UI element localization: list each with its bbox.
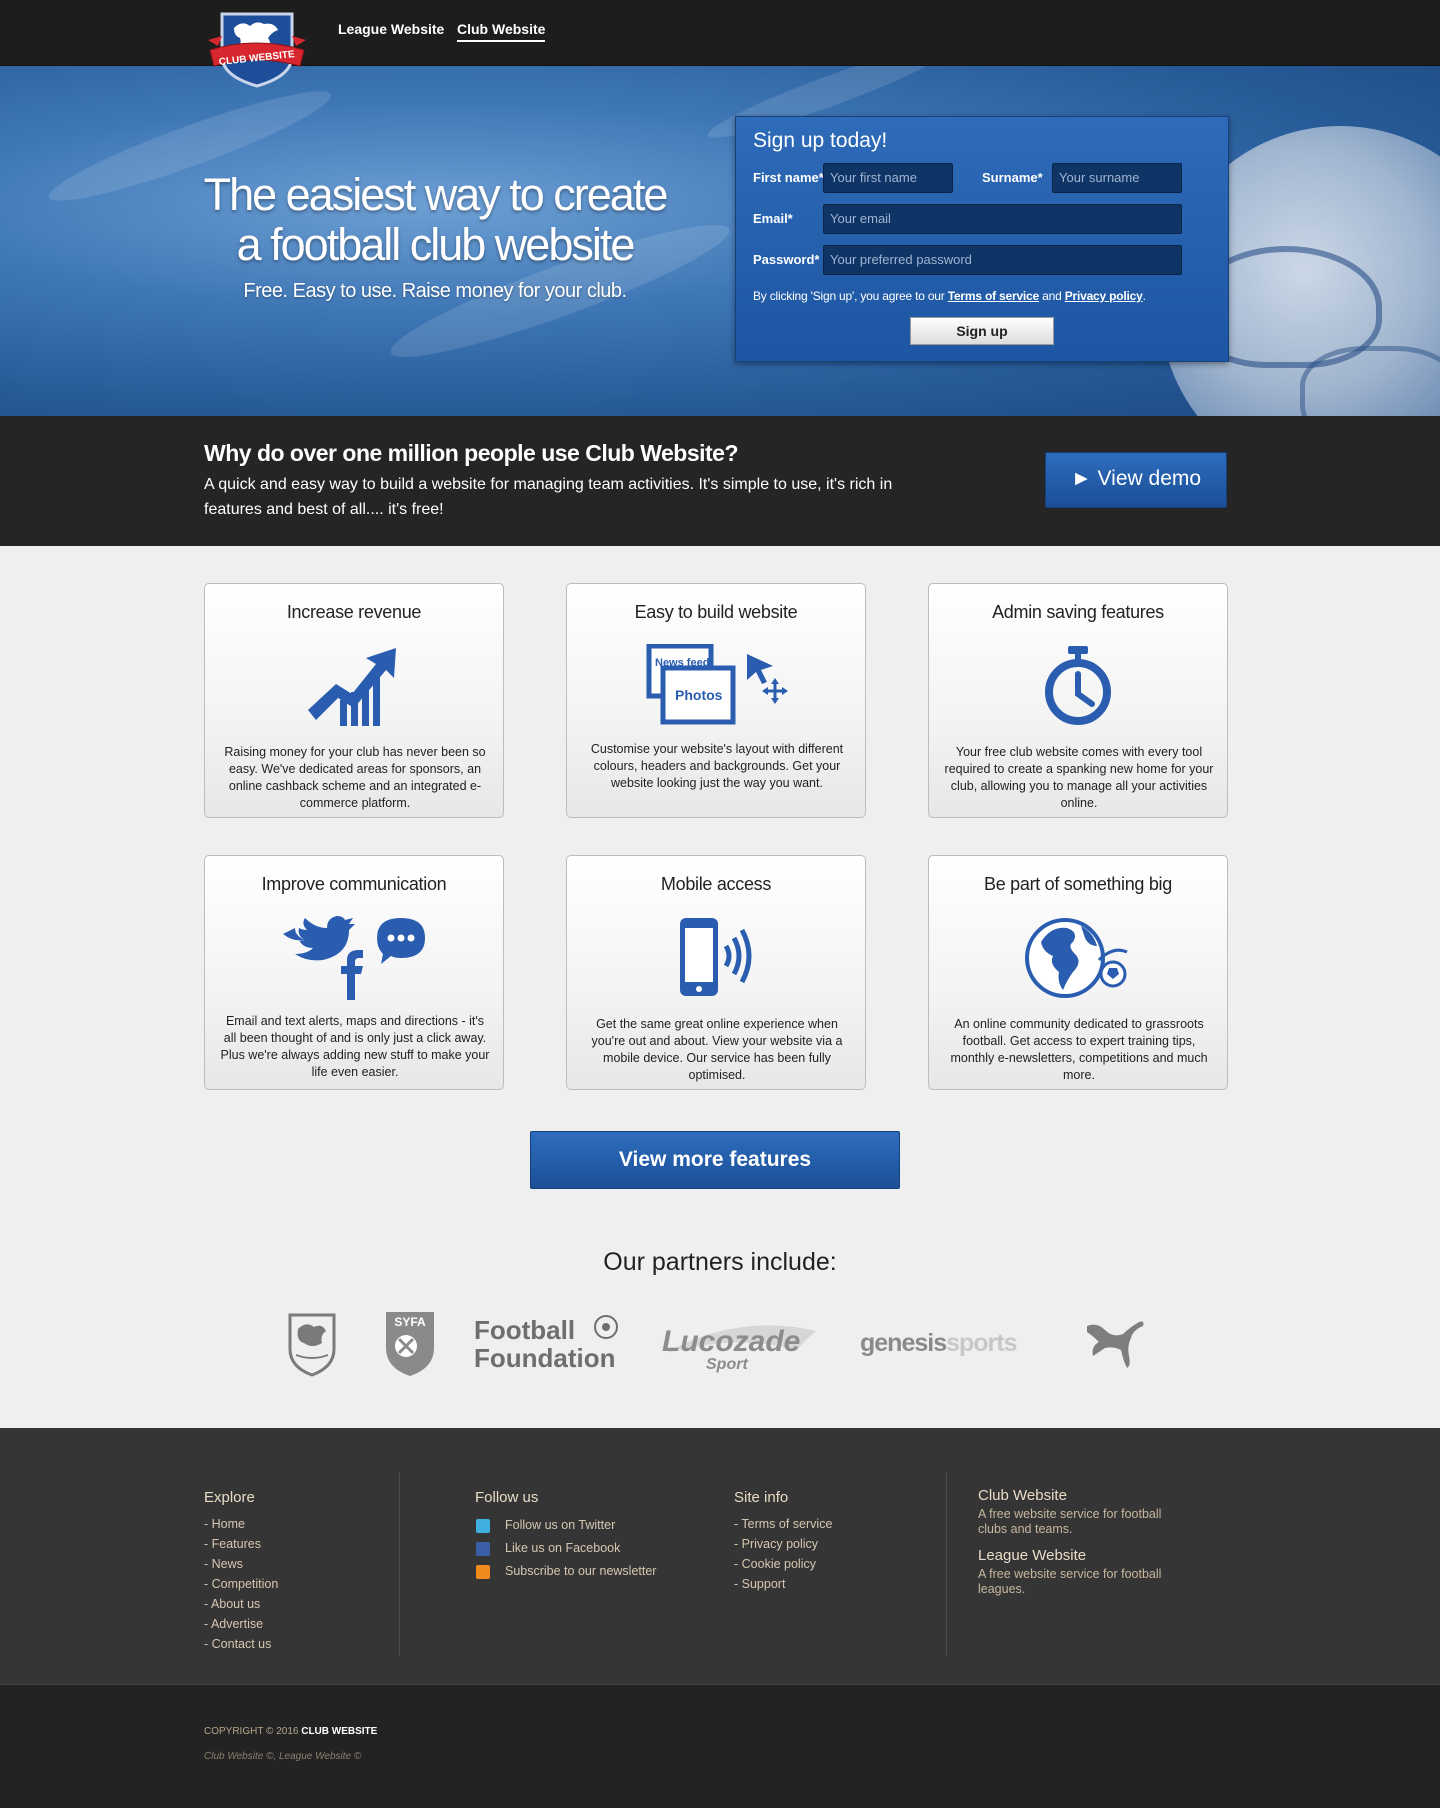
footer-link-about-us[interactable]: - About us bbox=[204, 1597, 260, 1611]
first-name-label: First name* bbox=[753, 170, 824, 185]
feature-card-improve-communication: Improve communication Email and text ale… bbox=[204, 855, 504, 1090]
feature-text: Raising money for your club has never be… bbox=[224, 745, 486, 810]
svg-text:Foundation: Foundation bbox=[474, 1343, 616, 1373]
footer-link-features[interactable]: - Features bbox=[204, 1537, 261, 1551]
partner-logo-syfa[interactable]: SYFA bbox=[380, 1308, 440, 1378]
feature-text: Email and text alerts, maps and directio… bbox=[220, 1014, 490, 1079]
partner-logo-football-foundation[interactable]: Football Foundation bbox=[472, 1308, 622, 1378]
footer-link-cookie[interactable]: - Cookie policy bbox=[734, 1557, 816, 1571]
partners-title: Our partners include: bbox=[603, 1248, 837, 1276]
globe-ball-icon bbox=[929, 916, 1227, 1000]
why-title: Why do over one million people use Club … bbox=[204, 440, 739, 466]
feature-card-increase-revenue: Increase revenue Raising money for your … bbox=[204, 583, 504, 818]
trademark-text: Club Website ©, League Website © bbox=[204, 1751, 362, 1762]
footer-link-support[interactable]: - Support bbox=[734, 1577, 785, 1591]
feature-text: Your free club website comes with every … bbox=[944, 745, 1214, 810]
feature-title: Increase revenue bbox=[286, 602, 422, 622]
why-section: Why do over one million people use Club … bbox=[0, 416, 1440, 546]
feature-text: An online community dedicated to grassro… bbox=[950, 1017, 1208, 1082]
footer-link-news[interactable]: - News bbox=[204, 1557, 243, 1571]
svg-text:genesissports: genesissports bbox=[860, 1329, 1017, 1357]
partner-logo-fa-wales[interactable] bbox=[280, 1308, 344, 1378]
partner-logo-lucozade-sport[interactable]: Lucozade Sport bbox=[656, 1308, 822, 1378]
feature-text: Customise your website's layout with dif… bbox=[590, 742, 844, 790]
nav-link-club-website[interactable]: Club Website bbox=[457, 21, 546, 42]
nav-link-league-website[interactable]: League Website bbox=[338, 21, 444, 37]
footer-club-website-text: A free website service for football club… bbox=[978, 1507, 1162, 1536]
copyright-bar: COPYRIGHT © 2016 CLUB WEBSITE Club Websi… bbox=[0, 1684, 1440, 1808]
footer-link-twitter[interactable]: Follow us on Twitter bbox=[505, 1518, 615, 1532]
signup-agreement: By clicking 'Sign up', you agree to our … bbox=[753, 289, 1146, 303]
facebook-icon bbox=[341, 950, 363, 1000]
feature-title: Admin saving features bbox=[992, 602, 1164, 622]
footer-explore-title: Explore bbox=[204, 1489, 255, 1506]
signup-title: Sign up today! bbox=[753, 129, 888, 152]
signup-button[interactable]: Sign up bbox=[910, 317, 1054, 345]
footer-link-home[interactable]: - Home bbox=[204, 1517, 245, 1531]
password-field[interactable]: Your preferred password bbox=[823, 245, 1182, 275]
chart-growth-icon bbox=[205, 644, 503, 728]
feature-card-easy-to-build: Easy to build website News feed Photos C… bbox=[566, 583, 866, 818]
copyright-text: COPYRIGHT © 2016 CLUB WEBSITE bbox=[204, 1726, 378, 1737]
footer-link-contact-us[interactable]: - Contact us bbox=[204, 1637, 271, 1651]
feature-title: Mobile access bbox=[660, 874, 772, 894]
why-text: A quick and easy way to build a website … bbox=[204, 476, 893, 518]
feature-card-admin-saving: Admin saving features Your free club web… bbox=[928, 583, 1228, 818]
password-label: Password* bbox=[753, 252, 820, 267]
feature-text: Get the same great online experience whe… bbox=[591, 1017, 843, 1082]
svg-text:Lucozade: Lucozade bbox=[662, 1325, 800, 1358]
layout-builder-icon: News feed Photos bbox=[567, 644, 865, 728]
privacy-policy-link[interactable]: Privacy policy bbox=[1065, 289, 1143, 303]
rss-icon bbox=[476, 1565, 490, 1579]
feature-title: Be part of something big bbox=[984, 874, 1172, 894]
feature-card-mobile-access: Mobile access Get the same great online … bbox=[566, 855, 866, 1090]
footer-follow-title: Follow us bbox=[475, 1489, 539, 1506]
mobile-phone-icon bbox=[567, 916, 865, 1000]
surname-field[interactable]: Your surname bbox=[1052, 163, 1182, 193]
twitter-icon bbox=[476, 1519, 490, 1533]
footer-link-competition[interactable]: - Competition bbox=[204, 1577, 278, 1591]
footer-link-privacy[interactable]: - Privacy policy bbox=[734, 1537, 818, 1551]
hero-subline: Free. Easy to use. Raise money for your … bbox=[243, 280, 627, 302]
view-demo-button[interactable]: ► View demo bbox=[1045, 452, 1227, 508]
partner-logo-puma[interactable] bbox=[1082, 1308, 1148, 1378]
view-more-features-button[interactable]: View more features bbox=[530, 1131, 900, 1189]
facebook-icon bbox=[476, 1542, 490, 1556]
svg-text:Photos: Photos bbox=[675, 687, 723, 703]
svg-text:Sport: Sport bbox=[706, 1356, 748, 1373]
footer-divider bbox=[399, 1472, 400, 1656]
svg-text:SYFA: SYFA bbox=[394, 1315, 426, 1329]
footer-siteinfo-title: Site info bbox=[734, 1489, 789, 1506]
stopwatch-icon bbox=[929, 644, 1227, 728]
svg-text:Football: Football bbox=[474, 1315, 575, 1345]
feature-card-something-big: Be part of something big An online commu… bbox=[928, 855, 1228, 1090]
footer-league-website-text: A free website service for football leag… bbox=[978, 1567, 1162, 1596]
footer-league-website-title: League Website bbox=[978, 1547, 1087, 1564]
footer-divider bbox=[946, 1472, 947, 1656]
club-website-logo[interactable]: CLUB WEBSITE bbox=[204, 6, 310, 88]
first-name-field[interactable]: Your first name bbox=[823, 163, 953, 193]
footer-link-advertise[interactable]: - Advertise bbox=[204, 1617, 263, 1631]
email-field[interactable]: Your email bbox=[823, 204, 1182, 234]
feature-title: Easy to build website bbox=[634, 602, 798, 622]
surname-label: Surname* bbox=[982, 170, 1043, 185]
terms-of-service-link[interactable]: Terms of service bbox=[948, 289, 1039, 303]
footer-link-facebook[interactable]: Like us on Facebook bbox=[505, 1541, 620, 1555]
social-icons bbox=[205, 916, 503, 1000]
partner-logo-genesis-sports[interactable]: genesissports bbox=[858, 1308, 1038, 1378]
hero-headline: The easiest way to create a football clu… bbox=[203, 169, 669, 270]
email-label: Email* bbox=[753, 211, 793, 226]
footer-club-website-title: Club Website bbox=[978, 1487, 1067, 1504]
footer-link-terms[interactable]: - Terms of service bbox=[734, 1517, 832, 1531]
twitter-icon bbox=[283, 916, 355, 961]
feature-title: Improve communication bbox=[261, 874, 447, 894]
footer-link-newsletter[interactable]: Subscribe to our newsletter bbox=[505, 1564, 656, 1578]
signup-form: Sign up today! First name* Your first na… bbox=[735, 116, 1229, 362]
